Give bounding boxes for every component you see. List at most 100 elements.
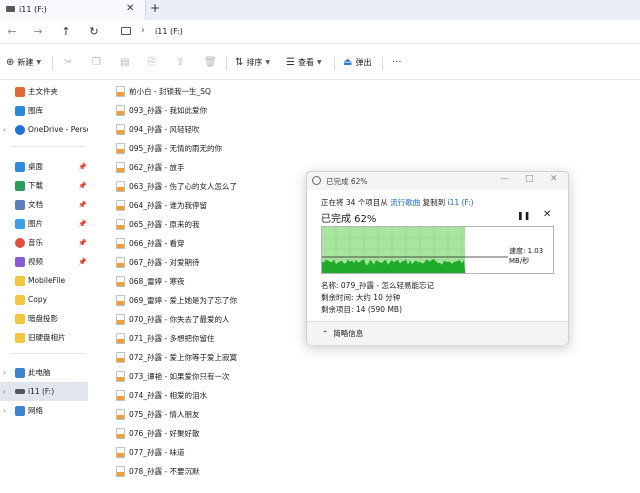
cut-button[interactable]: ✂ [64,54,72,70]
audio-file-icon [116,465,125,477]
cloud-icon [15,124,25,135]
pause-icon[interactable]: ❚❚ [517,211,530,220]
more-options-button[interactable]: ··· [392,54,402,70]
share-button[interactable]: ⇪ [176,54,184,70]
nav-item-onedrive[interactable]: › OneDrive - Perso [0,120,88,139]
toolbar-divider [382,56,383,70]
new-tab-button[interactable]: + [150,1,160,15]
list-item[interactable]: 063_孙露 - 伤了心的女人怎么了 [116,177,237,195]
destination-link[interactable]: i11 (F:) [447,198,473,207]
nav-divider [10,146,86,147]
nav-item-network[interactable]: › 网络 [0,401,88,420]
pin-icon[interactable]: 📌 [78,258,87,266]
nav-item-i11-drive[interactable]: › i11 (F:) [0,382,88,401]
list-item[interactable]: 062_孙露 - 放手 [116,158,185,176]
pin-icon[interactable]: 📌 [78,182,87,190]
list-item[interactable]: 077_孙露 - 味道 [116,443,185,461]
home-icon [15,86,25,97]
new-button[interactable]: ⊕ 新建 ▼ [6,54,41,70]
list-item[interactable]: 067_孙露 - 对爱期待 [116,253,200,271]
nav-item-pictures[interactable]: 图片 📌 [0,214,88,233]
list-item[interactable]: 064_孙露 - 谁为我停留 [116,196,207,214]
view-button[interactable]: ☰ 查看 ▼ [286,54,322,70]
list-item[interactable]: 075_孙露 - 情人朋友 [116,405,200,423]
command-bar: ⊕ 新建 ▼ ✂ ❐ ▤ ⎘ ⇪ 🗑 ⇅ 排序 ▼ ☰ 查看 ▼ ⏏ 弹出 ··… [0,44,640,80]
nav-item-old-photos[interactable]: 旧硬盘相片 [0,328,88,347]
audio-file-icon [116,161,125,173]
nav-item-anpan[interactable]: 暗盘投影 [0,309,88,328]
audio-file-icon [116,256,125,268]
tab-title: i11 (F:) [19,5,47,14]
nav-item-desktop[interactable]: 桌面 📌 [0,157,88,176]
minimize-icon[interactable]: — [500,174,509,184]
chevron-right-icon[interactable]: › [3,388,6,396]
list-item[interactable]: 068_雷婷 - 寒夜 [116,272,185,290]
list-item[interactable]: 069_雷婷 - 爱上她是为了忘了你 [116,291,237,309]
sort-button[interactable]: ⇅ 排序 ▼ [235,54,270,70]
breadcrumb-current[interactable]: i11 (F:) [155,27,183,36]
percent-complete: 已完成 62% [321,214,377,225]
list-item[interactable]: 074_孙露 - 相爱的泪水 [116,386,207,404]
copy-progress-dialog: 已完成 62% — □ ✕ 正在将 34 个项目从 流行歌曲 复制到 i11 (… [306,171,569,345]
list-item[interactable]: 073_谭艳 - 如果爱你只有一次 [116,367,230,385]
tab-i11-drive[interactable]: i11 (F:) ✕ [0,0,146,20]
sort-icon: ⇅ [235,56,244,68]
tab-bar: i11 (F:) ✕ + [0,0,640,20]
list-item[interactable]: 071_孙露 - 多想把你留住 [116,329,215,347]
forward-arrow-icon[interactable]: → [30,24,46,40]
source-folder-link[interactable]: 流行歌曲 [390,198,420,207]
nav-item-music[interactable]: 音乐 📌 [0,233,88,252]
items-remaining: 剩余项目: 14 (590 MB) [321,305,403,314]
breadcrumb-separator: › [141,25,145,36]
nav-item-copy[interactable]: Copy [0,290,88,309]
refresh-icon[interactable]: ↻ [86,24,102,40]
address-bar-row: ← → ↑ ↻ › i11 (F:) [0,20,640,44]
eject-button[interactable]: ⏏ 弹出 [343,54,371,70]
audio-file-icon [116,275,125,287]
list-item[interactable]: 066_孙露 - 看穿 [116,234,185,252]
paste-button[interactable]: ▤ [120,54,129,70]
list-item[interactable]: 065_孙露 - 原来的我 [116,215,200,233]
up-arrow-icon[interactable]: ↑ [58,24,74,40]
close-tab-icon[interactable]: ✕ [126,3,134,14]
list-item[interactable]: 095_孙露 - 无情的雨无的你 [116,139,222,157]
nav-item-documents[interactable]: 文档 📌 [0,195,88,214]
rename-button[interactable]: ⎘ [148,54,156,70]
copy-button[interactable]: ❐ [92,54,101,70]
list-item[interactable]: 072_孙露 - 爱上你等于爱上寂寞 [116,348,237,366]
document-icon [15,199,25,210]
back-arrow-icon[interactable]: ← [4,24,20,40]
nav-item-this-pc[interactable]: › 此电脑 [0,363,88,382]
list-item[interactable]: 076_孙露 - 好聚好散 [116,424,200,442]
download-icon [15,180,25,191]
dialog-titlebar[interactable]: 已完成 62% — □ ✕ [307,172,568,190]
fewer-details-button[interactable]: ⌃ 简略信息 [322,328,363,339]
pin-icon[interactable]: 📌 [78,201,87,209]
plus-circle-icon: ⊕ [6,56,15,68]
video-icon [15,256,25,267]
close-icon[interactable]: ✕ [550,174,558,184]
pin-icon[interactable]: 📌 [78,239,87,247]
nav-item-gallery[interactable]: 图库 [0,101,88,120]
chevron-right-icon[interactable]: › [3,407,6,415]
nav-item-mobilefile[interactable]: MobileFile [0,271,88,290]
delete-button[interactable]: 🗑 [204,54,217,70]
nav-item-home[interactable]: 主文件夹 [0,82,88,101]
pin-icon[interactable]: 📌 [78,163,87,171]
drive-icon [15,389,25,394]
nav-item-videos[interactable]: 视频 📌 [0,252,88,271]
cancel-icon[interactable]: ✕ [543,209,551,220]
maximize-icon[interactable]: □ [525,174,534,184]
address-field[interactable]: › i11 (F:) [112,24,640,40]
list-item[interactable]: 078_孙露 - 不要沉默 [116,462,200,480]
list-item[interactable]: 094_孙露 - 风轻轻吹 [116,120,200,138]
list-item[interactable]: 070_孙露 - 你失去了最爱的人 [116,310,230,328]
chevron-right-icon[interactable]: › [3,126,6,134]
audio-file-icon [116,446,125,458]
pin-icon[interactable]: 📌 [78,220,87,228]
nav-item-downloads[interactable]: 下载 📌 [0,176,88,195]
chevron-right-icon[interactable]: › [3,369,6,377]
list-item[interactable]: 093_孙露 - 我如此爱你 [116,101,207,119]
list-item[interactable]: 前小白 - 封锁我一生_SQ [116,82,211,100]
folder-icon [15,275,25,286]
